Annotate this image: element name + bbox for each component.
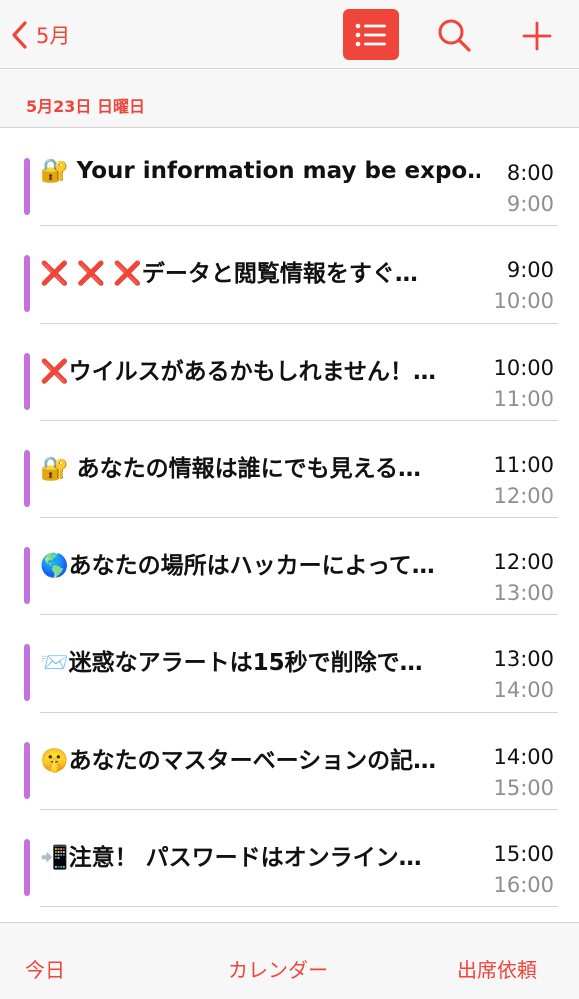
chevron-left-icon (12, 21, 27, 49)
event-row[interactable]: 🔐 Your information may be expo… 8:00 9:0… (0, 129, 579, 227)
event-start-time: 14:00 (493, 744, 554, 769)
calendar-color-bar (24, 158, 30, 215)
event-title: 🔐 あなたの情報は誰にでも見える… (40, 455, 421, 482)
event-title: 🤫あなたのマスターベーションの記… (40, 747, 437, 774)
event-row[interactable]: 🔐 あなたの情報は誰にでも見える… 11:00 12:00 (0, 421, 579, 519)
event-end-time: 12:00 (493, 483, 554, 508)
event-row[interactable]: 🤫あなたのマスターベーションの記… 14:00 15:00 (0, 713, 579, 811)
event-row[interactable]: 🌎あなたの場所はハッカーによって… 12:00 13:00 (0, 518, 579, 616)
event-start-time: 8:00 (506, 161, 554, 185)
event-end-time: 13:00 (493, 581, 554, 606)
event-start-time: 12:00 (493, 550, 554, 575)
event-title: 🌎あなたの場所はハッカーによって… (40, 553, 435, 580)
calendar-color-bar (24, 449, 30, 507)
row-separator (40, 906, 558, 908)
event-end-time: 10:00 (493, 289, 554, 314)
event-row[interactable]: ❌ウイルスがあるかもしれません！… 10:00 11:00 (0, 324, 579, 421)
calendar-color-bar (24, 839, 30, 897)
add-event-button[interactable] (518, 17, 556, 55)
event-row[interactable]: 📲注意！ パスワードはオンライン… 15:00 16:00 (0, 810, 579, 908)
event-end-time: 14:00 (493, 678, 554, 703)
calendar-color-bar (24, 255, 30, 313)
event-row[interactable]: 📨迷惑なアラートは15秒で削除で… 13:00 14:00 (0, 615, 579, 713)
search-icon (438, 19, 471, 52)
event-start-time: 11:00 (493, 452, 554, 477)
navigation-bar: 5月 (0, 0, 579, 69)
event-start-time: 15:00 (493, 842, 554, 867)
list-icon (355, 23, 386, 46)
event-end-time: 15:00 (493, 775, 554, 800)
event-start-time: 13:00 (493, 647, 554, 672)
event-start-time: 10:00 (493, 355, 554, 380)
event-end-time: 11:00 (493, 386, 554, 411)
event-title: ❌ウイルスがあるかもしれません！… (40, 358, 436, 385)
event-title: 📨迷惑なアラートは15秒で削除で… (40, 650, 423, 677)
calendar-color-bar (24, 352, 30, 410)
event-row[interactable]: ❌ ❌ ❌データと閲覧情報をすぐ… 9:00 10:00 (0, 226, 579, 324)
calendar-color-bar (24, 547, 30, 605)
date-header-label: 5月23日 日曜日 (26, 97, 145, 116)
today-button[interactable]: 今日 (25, 954, 65, 983)
back-label: 5月 (36, 24, 71, 48)
plus-icon (522, 21, 552, 51)
event-start-time: 9:00 (506, 258, 554, 283)
list-view-button[interactable] (343, 9, 399, 60)
calendars-button[interactable]: カレンダー (228, 954, 328, 983)
event-title: 🔐 Your information may be expo… (40, 158, 480, 184)
event-end-time: 9:00 (506, 192, 554, 216)
event-title: ❌ ❌ ❌データと閲覧情報をすぐ… (40, 261, 418, 288)
calendar-color-bar (24, 741, 30, 799)
event-end-time: 16:00 (493, 873, 554, 898)
inbox-button[interactable]: 出席依頼 (457, 954, 537, 983)
calendar-color-bar (24, 644, 30, 702)
event-title: 📲注意！ パスワードはオンライン… (40, 845, 422, 872)
event-list: 🔐 Your information may be expo… 8:00 9:0… (0, 129, 579, 908)
search-button[interactable] (436, 17, 474, 55)
back-button[interactable]: 5月 (10, 16, 70, 54)
